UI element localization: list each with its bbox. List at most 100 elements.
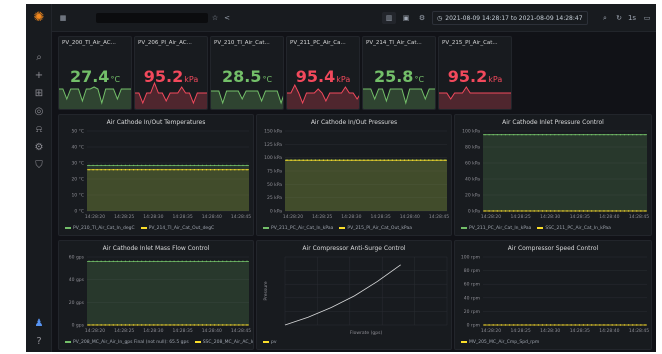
x-tick-label: 14:28:35 — [370, 214, 390, 220]
y-tick-label: 75 kPa — [267, 169, 282, 175]
x-tick-label: 14:28:40 — [202, 214, 222, 220]
legend-swatch — [65, 226, 71, 229]
graph-panel[interactable]: 100 rpm 80 rpm 60 rpm 40 rpm 20 rpm 0 rpm 14:2… — [454, 240, 652, 350]
plus-icon[interactable]: + — [32, 68, 46, 82]
data-point — [140, 169, 143, 171]
data-point — [217, 169, 220, 171]
data-point — [619, 324, 622, 326]
compass-icon[interactable]: ◎ — [32, 104, 46, 118]
data-point — [326, 159, 329, 161]
legend-swatch — [194, 340, 201, 343]
stat-panel[interactable]: PV_206_PI_Air_AC... 95.2kPa — [134, 36, 208, 110]
data-point — [157, 169, 159, 171]
graph-panel[interactable]: 100 kPa 80 kPa 60 kPa 40 kPa 20 kPa 0 kPa 14:2… — [454, 114, 652, 236]
data-point — [611, 133, 613, 136]
y-tick-label: 100 kPa — [264, 155, 282, 161]
gear-icon[interactable]: ⚙ — [32, 140, 46, 154]
chart-legend: PV_210_TI_Air_Cat_In_degC PV_214_TI_Air_C… — [65, 226, 214, 231]
legend-item[interactable]: PV_211_PC_Air_Cat_In_kPaa — [461, 226, 531, 231]
tv-mode-icon[interactable]: ▭ — [642, 12, 652, 24]
settings-icon[interactable]: ⚙ — [416, 12, 428, 24]
grafana-logo-icon[interactable]: ✺ — [32, 10, 46, 25]
refresh-interval[interactable]: 1s — [626, 12, 638, 24]
stat-panel[interactable]: PV_214_TI_Air_Cat... 25.8°C — [362, 36, 436, 110]
data-point — [302, 159, 304, 161]
data-point — [411, 159, 414, 161]
x-tick-label: 14:28:25 — [114, 328, 134, 334]
add-panel-icon[interactable]: ▥ — [382, 12, 396, 24]
apps-icon[interactable]: ▦ — [58, 12, 68, 24]
data-point — [619, 210, 622, 212]
stat-panel[interactable]: PV_210_TI_Air_Cat... 28.5°C — [210, 36, 284, 110]
graph-panel[interactable]: 150 kPa 125 kPa 100 kPa 75 kPa 50 kPa 25 kPa 0… — [256, 114, 452, 236]
shield-icon[interactable]: ⛉ — [32, 158, 46, 172]
legend-item[interactable]: PV_211_PC_Air_Cat_In_kPaa — [263, 226, 333, 231]
data-point — [124, 169, 127, 171]
zoom-out-icon[interactable]: ⌕ — [600, 12, 610, 24]
legend-item[interactable]: SSC_211_PC_Air_Cat_In_kPaa — [537, 226, 611, 231]
data-point — [246, 169, 248, 171]
avatar[interactable]: ♟ — [32, 316, 46, 330]
data-point — [128, 260, 131, 263]
refresh-icon[interactable]: ↻ — [614, 12, 624, 24]
stat-panel[interactable]: PV_211_PC_Air_Ca... 95.4kPa — [286, 36, 360, 110]
data-point — [496, 210, 499, 212]
dashboards-icon[interactable]: ⊞ — [32, 86, 46, 100]
bell-icon[interactable]: ⍾ — [32, 122, 46, 136]
graph-panel[interactable]: 60 gps 40 gps 20 gps 0 gps 14:28:20 14:28:25 1… — [58, 240, 254, 350]
data-point — [578, 324, 581, 326]
data-point — [627, 133, 630, 136]
legend-item[interactable]: PV_214_TI_Air_Cat_Out_degC — [140, 226, 214, 231]
stat-number: 25.8 — [373, 67, 414, 86]
data-point — [189, 260, 191, 263]
stat-panel[interactable]: PV_200_TI_Air_AC... 27.4°C — [58, 36, 132, 110]
legend-item[interactable]: pv — [263, 340, 277, 345]
y-tick-label: 40 rpm — [464, 295, 480, 301]
data-point — [558, 133, 560, 136]
data-point — [428, 159, 430, 161]
data-point — [234, 164, 236, 167]
data-point — [306, 159, 308, 161]
stat-panel[interactable]: PV_215_PI_Air_Cat... 95.2kPa — [438, 36, 512, 110]
legend-item[interactable]: SSC_208_MC_Air_AC_In_gps Final (not null… — [194, 340, 253, 345]
data-point — [221, 169, 224, 171]
data-point — [529, 133, 531, 136]
data-point — [347, 159, 349, 161]
data-point — [230, 164, 232, 167]
legend-item[interactable]: PV_210_TI_Air_Cat_In_degC — [65, 226, 135, 231]
help-icon[interactable]: ? — [32, 334, 46, 348]
data-point — [603, 324, 605, 326]
graph-panel[interactable]: 50 °C 40 °C 30 °C 20 °C 10 °C 0 °C 14:28:20 14:… — [58, 114, 254, 236]
data-point — [599, 324, 601, 326]
data-point — [197, 164, 200, 167]
legend-item[interactable]: MV_205_MC_Air_Cmp_Spd_rpm — [461, 340, 539, 345]
share-icon[interactable]: < — [222, 12, 232, 24]
data-point — [432, 159, 434, 161]
dashboard-title[interactable]: ████████████ — [96, 13, 208, 23]
graph-panel[interactable]: Flowrate (gps) Pressure Air Compressor Ant… — [256, 240, 452, 350]
legend-item[interactable]: PV_215_PI_Air_Cat_Out_kPaa — [339, 226, 412, 231]
star-icon[interactable]: ☆ — [210, 12, 220, 24]
time-range-picker[interactable]: ◷ 2021-08-09 14:28:17 to 2021-08-09 14:2… — [432, 11, 588, 25]
data-point — [96, 260, 98, 263]
data-point — [343, 159, 345, 161]
data-point — [181, 260, 183, 263]
data-point — [238, 260, 240, 263]
data-point — [205, 169, 208, 171]
data-point — [488, 210, 490, 212]
legend-swatch — [263, 340, 269, 343]
data-point — [322, 159, 325, 161]
save-icon[interactable]: ▣ — [400, 12, 412, 24]
data-point — [631, 133, 634, 136]
panel-title: Air Cathode Inlet Mass Flow Control — [102, 245, 210, 252]
legend-swatch — [461, 226, 467, 229]
chart-svg: 60 gps 40 gps 20 gps 0 gps14:28:20 14:28:25 1… — [69, 255, 251, 335]
sparkline-area — [287, 85, 359, 109]
data-point — [221, 164, 224, 167]
legend-item[interactable]: PV_208_MC_Air_Air_In_gps Final (not null… — [65, 340, 189, 345]
data-point — [627, 210, 630, 212]
search-icon[interactable]: ⌕ — [32, 50, 46, 64]
data-point — [197, 169, 200, 171]
y-tick-label: 30 °C — [71, 161, 84, 167]
data-point — [500, 210, 503, 212]
